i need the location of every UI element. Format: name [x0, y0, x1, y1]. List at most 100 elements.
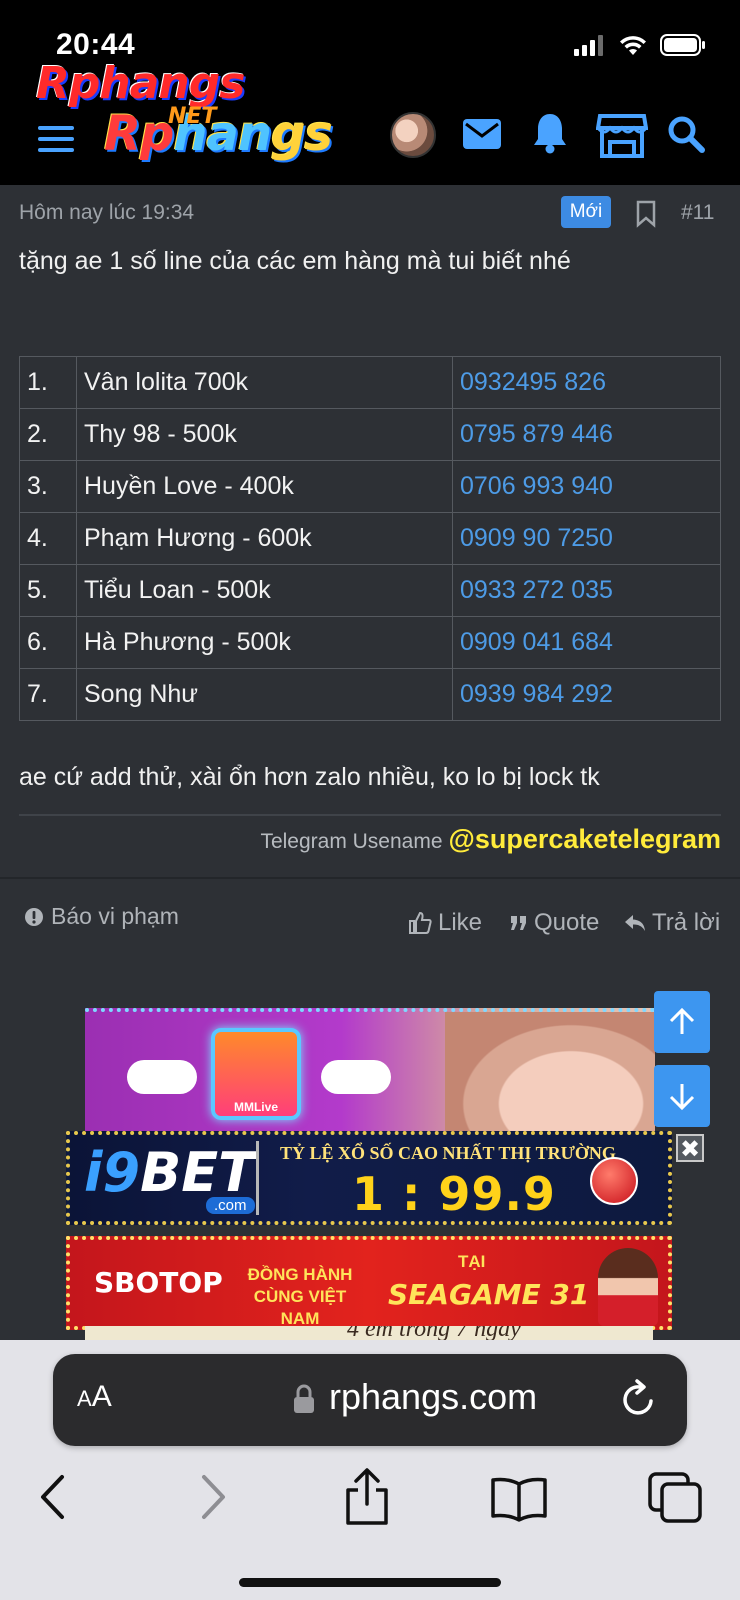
- menu-icon[interactable]: [38, 126, 74, 152]
- i9bet-logo-i9: i9: [84, 1141, 141, 1204]
- row-index: 4.: [19, 512, 77, 565]
- row-name: Hà Phương - 500k: [76, 616, 453, 669]
- like-button[interactable]: Like: [408, 909, 482, 937]
- address-bar[interactable]: AA rphangs.com: [53, 1354, 687, 1446]
- signature-divider: [19, 814, 721, 816]
- arrow-down-icon: [669, 1084, 695, 1111]
- table-row: 6. Hà Phương - 500k 0909 041 684: [19, 616, 721, 669]
- telegram-handle-link[interactable]: @supercaketelegram: [449, 824, 721, 855]
- url-text[interactable]: rphangs.com: [329, 1376, 537, 1418]
- ad-photo: [445, 1012, 655, 1143]
- bell-icon[interactable]: [532, 112, 568, 154]
- bookmark-icon[interactable]: [635, 200, 657, 228]
- lock-icon: [294, 1384, 314, 1413]
- i9bet-logo-bet: BET: [140, 1141, 255, 1204]
- sbotop-banner-ad[interactable]: SBOTOP ĐỒNG HÀNH CÙNG VIỆT NAM TẠI SEAGA…: [66, 1236, 672, 1330]
- quote-button[interactable]: Quote: [510, 909, 599, 937]
- phone-link[interactable]: 0909 041 684: [452, 616, 721, 669]
- row-name: Thy 98 - 500k: [76, 408, 453, 461]
- i9bet-domain: .com: [206, 1197, 255, 1214]
- report-button[interactable]: Báo vi phạm: [24, 903, 179, 930]
- phone-link[interactable]: 0939 984 292: [452, 668, 721, 721]
- new-badge: Mới: [561, 196, 611, 228]
- mail-icon[interactable]: [462, 118, 502, 150]
- row-name: Phạm Hương - 600k: [76, 512, 453, 565]
- site-logo[interactable]: Rphangs: [104, 106, 333, 162]
- post-actions: Báo vi phạm Like Quote Trả lời: [0, 877, 740, 969]
- i9bet-tagline: TỶ LỆ XỔ SỐ CAO NHẤT THỊ TRƯỜNG: [280, 1143, 616, 1163]
- reply-button[interactable]: Trả lời: [624, 909, 720, 937]
- table-row: 7. Song Như 0939 984 292: [19, 668, 721, 721]
- arrow-up-icon: [669, 1007, 695, 1034]
- sbotop-logo: SBOTOP: [94, 1266, 223, 1299]
- report-label: Báo vi phạm: [51, 903, 179, 929]
- row-name: Vân lolita 700k: [76, 356, 453, 409]
- row-name: Tiểu Loan - 500k: [76, 564, 453, 617]
- row-index: 3.: [19, 460, 77, 513]
- signature: Telegram Usename @supercaketelegram: [260, 824, 721, 855]
- post-timestamp[interactable]: Hôm nay lúc 19:34: [19, 201, 194, 225]
- share-icon[interactable]: [343, 1468, 391, 1526]
- sbotop-slogan: ĐỒNG HÀNH CÙNG VIỆT NAM: [247, 1265, 353, 1328]
- pointing-hand-right-icon: [321, 1060, 391, 1094]
- lottery-ball-icon: [590, 1157, 638, 1205]
- sbotop-event: SEAGAME 31: [388, 1278, 590, 1311]
- warning-icon: [25, 907, 43, 926]
- row-index: 7.: [19, 668, 77, 721]
- aa-small: A: [77, 1386, 92, 1411]
- mmlive-banner-ad[interactable]: MMLive: [85, 1008, 655, 1143]
- like-label: Like: [438, 909, 483, 936]
- partial-banner: 4 em trong 7 ngày: [85, 1326, 653, 1340]
- i9bet-separator: [256, 1141, 259, 1215]
- pointing-hand-left-icon: [127, 1060, 197, 1094]
- reply-arrow-icon: [625, 915, 645, 931]
- mmlive-app-icon: MMLive: [211, 1028, 301, 1120]
- telegram-label: Telegram Usename: [260, 830, 443, 853]
- table-row: 3. Huyền Love - 400k 0706 993 940: [19, 460, 721, 513]
- page-settings-button[interactable]: AA: [77, 1380, 112, 1414]
- store-icon[interactable]: [596, 112, 648, 158]
- phone-link[interactable]: 0706 993 940: [452, 460, 721, 513]
- row-index: 6.: [19, 616, 77, 669]
- logo-part-1: Rp: [104, 106, 174, 162]
- browser-nav-tools: [0, 1468, 740, 1538]
- status-time: 20:44: [56, 28, 136, 61]
- tabs-icon[interactable]: [648, 1472, 704, 1524]
- user-avatar[interactable]: [390, 112, 436, 158]
- i9bet-logo: i9BET: [84, 1141, 255, 1204]
- row-index: 1.: [19, 356, 77, 409]
- row-index: 2.: [19, 408, 77, 461]
- quote-label: Quote: [534, 909, 600, 936]
- back-icon[interactable]: [38, 1474, 68, 1520]
- forward-icon[interactable]: [198, 1474, 228, 1520]
- partial-banner-text: 4 em trong 7 ngày: [347, 1326, 521, 1340]
- home-indicator[interactable]: [239, 1578, 501, 1587]
- browser-toolbar: AA rphangs.com: [0, 1340, 740, 1600]
- scroll-to-bottom-button[interactable]: [654, 1065, 710, 1127]
- i9bet-banner-ad[interactable]: i9BET .com TỶ LỆ XỔ SỐ CAO NHẤT THỊ TRƯỜ…: [66, 1131, 672, 1225]
- thumbs-up-icon: [409, 911, 432, 934]
- search-icon[interactable]: [666, 114, 706, 154]
- phone-link[interactable]: 0795 879 446: [452, 408, 721, 461]
- table-row: 1. Vân lolita 700k 0932495 826: [19, 356, 721, 409]
- post-number-link[interactable]: #11: [681, 201, 714, 225]
- reply-label: Trả lời: [652, 909, 721, 936]
- mmlive-label: MMLive: [233, 1100, 278, 1114]
- quote-icon: [511, 916, 526, 930]
- row-name: Song Như: [76, 668, 453, 721]
- phone-link[interactable]: 0933 272 035: [452, 564, 721, 617]
- scroll-to-top-button[interactable]: [654, 991, 710, 1053]
- table-row: 2. Thy 98 - 500k 0795 879 446: [19, 408, 721, 461]
- phone-link[interactable]: 0909 90 7250: [452, 512, 721, 565]
- ad-model-photo: [598, 1248, 658, 1326]
- row-index: 5.: [19, 564, 77, 617]
- status-icons: [574, 34, 706, 56]
- logo-part-3: gs: [271, 106, 333, 162]
- ad-close-button[interactable]: ✖: [676, 1134, 704, 1163]
- cellular-signal-icon: [574, 35, 603, 56]
- bookmarks-icon[interactable]: [490, 1476, 548, 1522]
- row-name: Huyền Love - 400k: [76, 460, 453, 513]
- reload-icon[interactable]: [619, 1378, 659, 1420]
- overlay-logo: Rphangs: [36, 58, 245, 109]
- phone-link[interactable]: 0932495 826: [452, 356, 721, 409]
